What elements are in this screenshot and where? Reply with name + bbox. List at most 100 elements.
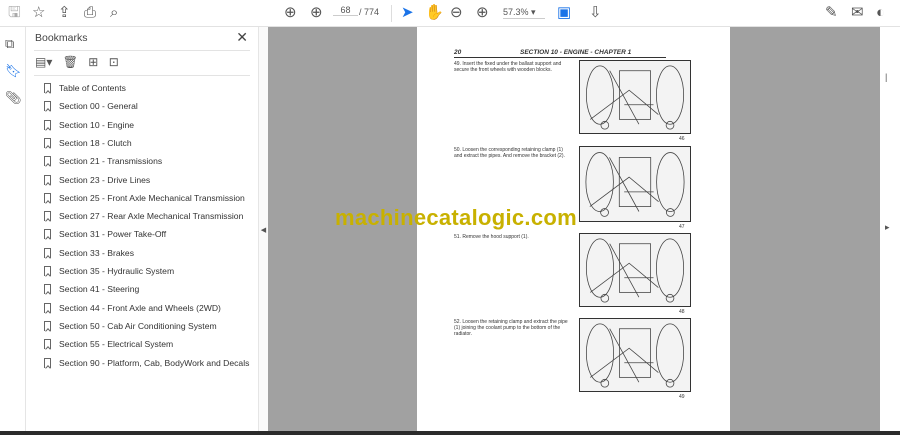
add-bookmark-icon[interactable]: ⊞	[88, 55, 98, 69]
bookmark-icon	[44, 320, 51, 331]
scroll-thumb[interactable]: |	[885, 72, 887, 82]
scroll-mode-icon[interactable]: ⇩	[589, 4, 602, 22]
bookmark-item[interactable]: Section 90 - Platform, Cab, BodyWork and…	[44, 356, 249, 370]
previous-page-icon[interactable]: ⊕	[284, 4, 297, 22]
bookmarks-title: Bookmarks	[35, 32, 88, 44]
bookmark-icon	[44, 192, 51, 203]
bookmark-icon	[44, 211, 51, 222]
bookmark-icon	[44, 83, 51, 93]
taskbar-strip	[0, 431, 900, 435]
zoom-out-icon[interactable]: ⊖	[450, 4, 463, 22]
left-navigation: ⧉ 🔖︎ 📎︎	[0, 27, 26, 432]
figure-illustration	[579, 146, 691, 222]
page-number-input[interactable]: 68	[333, 5, 358, 16]
bookmark-item[interactable]: Section 55 - Electrical System	[44, 337, 173, 351]
bookmark-item[interactable]: Section 31 - Power Take-Off	[44, 227, 166, 241]
bookmark-label: Section 33 - Brakes	[59, 247, 134, 258]
search-icon[interactable]: ⌕	[110, 4, 118, 22]
bookmark-label: Section 21 - Transmissions	[59, 156, 163, 167]
upload-cloud-icon[interactable]: ⇪	[58, 4, 71, 22]
figure-number: 48	[679, 309, 685, 315]
page-fit-icon[interactable]: ▣	[557, 4, 571, 22]
figure-illustration	[579, 60, 691, 134]
options-menu-icon[interactable]: ▤▾	[35, 55, 52, 69]
bookmark-item[interactable]: Section 33 - Brakes	[44, 246, 134, 260]
bookmark-icon	[44, 302, 51, 313]
line-drawing	[585, 238, 685, 303]
bookmark-item[interactable]: Table of Contents	[44, 81, 126, 95]
bookmark-item[interactable]: Section 35 - Hydraulic System	[44, 264, 174, 278]
line-drawing	[585, 65, 685, 130]
bookmark-item[interactable]: Section 41 - Steering	[44, 282, 139, 296]
bookmark-item[interactable]: Section 18 - Clutch	[44, 136, 132, 150]
bookmark-label: Section 55 - Electrical System	[59, 339, 174, 350]
step-text: 52. Loosen the retaining clamp and extra…	[454, 319, 568, 337]
figure-number: 46	[679, 136, 685, 142]
save-icon[interactable]: 🖫	[8, 4, 21, 22]
next-panel-icon[interactable]: ▸	[885, 222, 890, 233]
bookmark-item[interactable]: Section 50 - Cab Air Conditioning System	[44, 319, 217, 333]
toolbar: 🖫 ☆ ⇪ ⎙ ⌕ ⊕ ⊕ 68 / 774 ➤ ✋ ⊖ ⊕ 57.3% ▾ ▣…	[0, 0, 900, 27]
vertical-scrollbar[interactable]: | ▸	[880, 27, 900, 432]
star-icon[interactable]: ☆	[32, 4, 45, 22]
panel-collapse-handle[interactable]: ◀	[258, 27, 268, 432]
bookmark-icon	[44, 156, 51, 167]
step-text: 49. Insert the fixed under the ballast s…	[454, 61, 562, 73]
step-text: 50. Loosen the corresponding retaining c…	[454, 147, 565, 159]
close-icon[interactable]: ✕	[236, 29, 248, 46]
delete-icon[interactable]: 🗑︎	[63, 55, 78, 69]
account-icon[interactable]: ◐	[876, 4, 885, 22]
bookmark-item[interactable]: Section 10 - Engine	[44, 118, 134, 132]
page-number: 20	[454, 49, 462, 56]
bookmark-icon	[44, 137, 51, 148]
hand-tool-icon[interactable]: ✋	[425, 4, 444, 22]
bookmark-item[interactable]: Section 21 - Transmissions	[44, 154, 162, 168]
bookmark-item[interactable]: Section 44 - Front Axle and Wheels (2WD)	[44, 301, 221, 315]
bookmark-icon	[44, 247, 51, 258]
bookmark-item[interactable]: Section 23 - Drive Lines	[44, 173, 150, 187]
bookmark-item[interactable]: Section 27 - Rear Axle Mechanical Transm…	[44, 209, 243, 223]
sign-icon[interactable]: ✎	[825, 4, 838, 22]
zoom-in-icon[interactable]: ⊕	[476, 4, 489, 22]
figure-illustration	[579, 233, 691, 307]
bookmark-label: Section 10 - Engine	[59, 119, 135, 130]
bookmark-icon	[44, 284, 51, 295]
page-thumbnails-icon[interactable]: ⧉	[5, 36, 14, 52]
bookmark-icon	[44, 357, 51, 368]
bookmark-label: Section 35 - Hydraulic System	[59, 266, 175, 276]
section-title: SECTION 10 - ENGINE - CHAPTER 1	[520, 49, 632, 56]
find-bookmark-icon[interactable]: ⊡	[109, 55, 119, 69]
bookmark-item[interactable]: Section 25 - Front Axle Mechanical Trans…	[44, 191, 245, 205]
step-text: 51. Remove the hood support (1).	[454, 234, 529, 240]
bookmark-label: Section 44 - Front Axle and Wheels (2WD)	[59, 302, 221, 313]
bookmark-icon	[44, 119, 51, 130]
bookmark-icon[interactable]: 🔖︎	[5, 63, 22, 79]
next-page-icon[interactable]: ⊕	[310, 4, 323, 22]
bookmark-label: Section 00 - General	[59, 101, 138, 112]
bookmarks-panel: Bookmarks ✕ ▤▾ 🗑︎ ⊞ ⊡ Table of Contents S…	[26, 27, 258, 432]
bookmark-label: Section 18 - Clutch	[59, 137, 132, 148]
bookmark-label: Table of Contents	[59, 83, 126, 93]
bookmark-icon	[44, 174, 51, 185]
bookmark-icon	[44, 339, 51, 350]
divider	[34, 75, 250, 76]
bookmark-item[interactable]: Section 00 - General	[44, 99, 138, 113]
figure-number: 49	[679, 394, 685, 400]
bookmark-label: Section 50 - Cab Air Conditioning System	[59, 320, 217, 331]
print-icon[interactable]: ⎙	[84, 4, 96, 22]
line-drawing	[585, 152, 685, 217]
zoom-level-select[interactable]: 57.3% ▾	[503, 7, 545, 19]
bookmark-tools: ▤▾ 🗑︎ ⊞ ⊡	[35, 55, 126, 69]
bookmark-label: Section 31 - Power Take-Off	[59, 229, 167, 240]
email-icon[interactable]: ✉	[851, 4, 864, 22]
bookmark-icon	[44, 266, 51, 276]
bookmark-icon	[44, 229, 51, 240]
attachment-icon[interactable]: 📎︎	[5, 90, 22, 106]
select-cursor-icon[interactable]: ➤	[401, 4, 414, 22]
bookmark-label: Section 25 - Front Axle Mechanical Trans…	[59, 192, 245, 203]
page-total: / 774	[359, 7, 380, 17]
zoom-value: 57.3%	[503, 7, 529, 17]
figure-illustration	[579, 318, 691, 392]
bookmark-label: Section 41 - Steering	[59, 284, 140, 295]
toolbar-divider	[391, 5, 392, 22]
